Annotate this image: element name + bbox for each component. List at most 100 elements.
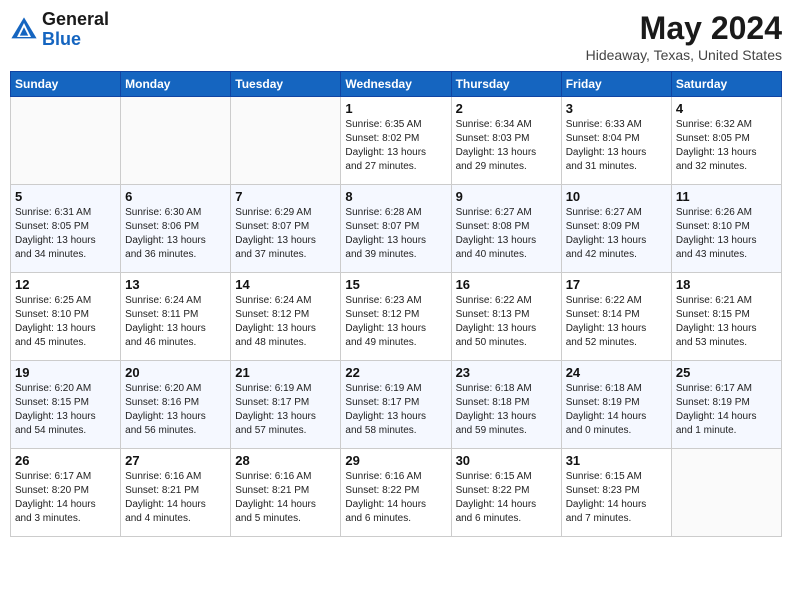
day-number: 23 bbox=[456, 365, 557, 380]
header-row: SundayMondayTuesdayWednesdayThursdayFrid… bbox=[11, 72, 782, 97]
day-number: 2 bbox=[456, 101, 557, 116]
day-info: Sunrise: 6:16 AM Sunset: 8:22 PM Dayligh… bbox=[345, 470, 446, 526]
week-row-4: 19Sunrise: 6:20 AM Sunset: 8:15 PM Dayli… bbox=[11, 361, 782, 449]
day-number: 4 bbox=[676, 101, 777, 116]
day-cell: 4 Sunrise: 6:32 AM Sunset: 8:05 PM Daylig… bbox=[671, 97, 781, 185]
day-info: Sunrise: 6:30 AM Sunset: 8:06 PM Dayligh… bbox=[125, 206, 226, 262]
logo-text: General Blue bbox=[42, 10, 109, 50]
day-cell: 21Sunrise: 6:19 AM Sunset: 8:17 PM Dayli… bbox=[231, 361, 341, 449]
day-cell: 24 Sunrise: 6:18 AM Sunset: 8:19 PM Dayli… bbox=[561, 361, 671, 449]
day-info: Sunrise: 6:17 AM Sunset: 8:19 PM Dayligh… bbox=[676, 382, 777, 438]
day-cell: 29 Sunrise: 6:16 AM Sunset: 8:22 PM Dayli… bbox=[341, 449, 451, 537]
day-cell: 30 Sunrise: 6:15 AM Sunset: 8:22 PM Dayli… bbox=[451, 449, 561, 537]
day-cell: 8 Sunrise: 6:28 AM Sunset: 8:07 PM Daylig… bbox=[341, 185, 451, 273]
day-info: Sunrise: 6:15 AM Sunset: 8:23 PM Dayligh… bbox=[566, 470, 667, 526]
day-info: Sunrise: 6:15 AM Sunset: 8:22 PM Dayligh… bbox=[456, 470, 557, 526]
day-cell: 1 Sunrise: 6:35 AM Sunset: 8:02 PM Daylig… bbox=[341, 97, 451, 185]
day-info: Sunrise: 6:22 AM Sunset: 8:13 PM Dayligh… bbox=[456, 294, 557, 350]
day-cell: 11 Sunrise: 6:26 AM Sunset: 8:10 PM Dayli… bbox=[671, 185, 781, 273]
day-cell: 22Sunrise: 6:19 AM Sunset: 8:17 PM Dayli… bbox=[341, 361, 451, 449]
day-info: Sunrise: 6:33 AM Sunset: 8:04 PM Dayligh… bbox=[566, 118, 667, 174]
day-cell bbox=[231, 97, 341, 185]
day-number: 8 bbox=[345, 189, 446, 204]
day-cell: 20 Sunrise: 6:20 AM Sunset: 8:16 PM Dayli… bbox=[121, 361, 231, 449]
day-cell: 15 Sunrise: 6:23 AM Sunset: 8:12 PM Dayli… bbox=[341, 273, 451, 361]
day-number: 3 bbox=[566, 101, 667, 116]
day-number: 25 bbox=[676, 365, 777, 380]
day-cell: 27Sunrise: 6:16 AM Sunset: 8:21 PM Dayli… bbox=[121, 449, 231, 537]
day-number: 9 bbox=[456, 189, 557, 204]
header-cell-tuesday: Tuesday bbox=[231, 72, 341, 97]
title-block: May 2024 Hideaway, Texas, United States bbox=[586, 10, 782, 63]
day-number: 27 bbox=[125, 453, 226, 468]
week-row-5: 26Sunrise: 6:17 AM Sunset: 8:20 PM Dayli… bbox=[11, 449, 782, 537]
day-cell: 14 Sunrise: 6:24 AM Sunset: 8:12 PM Dayli… bbox=[231, 273, 341, 361]
day-number: 13 bbox=[125, 277, 226, 292]
day-info: Sunrise: 6:25 AM Sunset: 8:10 PM Dayligh… bbox=[15, 294, 116, 350]
day-cell: 18 Sunrise: 6:21 AM Sunset: 8:15 PM Dayli… bbox=[671, 273, 781, 361]
day-cell: 17 Sunrise: 6:22 AM Sunset: 8:14 PM Dayli… bbox=[561, 273, 671, 361]
day-number: 1 bbox=[345, 101, 446, 116]
month-title: May 2024 bbox=[586, 10, 782, 47]
day-info: Sunrise: 6:23 AM Sunset: 8:12 PM Dayligh… bbox=[345, 294, 446, 350]
day-cell: 25 Sunrise: 6:17 AM Sunset: 8:19 PM Dayli… bbox=[671, 361, 781, 449]
location-text: Hideaway, Texas, United States bbox=[586, 47, 782, 63]
day-number: 31 bbox=[566, 453, 667, 468]
logo-icon bbox=[10, 16, 38, 44]
day-info: Sunrise: 6:18 AM Sunset: 8:19 PM Dayligh… bbox=[566, 382, 667, 438]
day-number: 28 bbox=[235, 453, 336, 468]
day-number: 15 bbox=[345, 277, 446, 292]
week-row-2: 5Sunrise: 6:31 AM Sunset: 8:05 PM Daylig… bbox=[11, 185, 782, 273]
day-info: Sunrise: 6:28 AM Sunset: 8:07 PM Dayligh… bbox=[345, 206, 446, 262]
header-cell-monday: Monday bbox=[121, 72, 231, 97]
day-cell: 12 Sunrise: 6:25 AM Sunset: 8:10 PM Dayli… bbox=[11, 273, 121, 361]
day-number: 17 bbox=[566, 277, 667, 292]
day-info: Sunrise: 6:24 AM Sunset: 8:11 PM Dayligh… bbox=[125, 294, 226, 350]
day-info: Sunrise: 6:27 AM Sunset: 8:08 PM Dayligh… bbox=[456, 206, 557, 262]
day-cell: 16Sunrise: 6:22 AM Sunset: 8:13 PM Dayli… bbox=[451, 273, 561, 361]
day-number: 6 bbox=[125, 189, 226, 204]
page-header: General Blue May 2024 Hideaway, Texas, U… bbox=[10, 10, 782, 63]
day-info: Sunrise: 6:22 AM Sunset: 8:14 PM Dayligh… bbox=[566, 294, 667, 350]
day-number: 14 bbox=[235, 277, 336, 292]
day-number: 20 bbox=[125, 365, 226, 380]
header-cell-wednesday: Wednesday bbox=[341, 72, 451, 97]
calendar-table: SundayMondayTuesdayWednesdayThursdayFrid… bbox=[10, 71, 782, 537]
day-number: 7 bbox=[235, 189, 336, 204]
day-info: Sunrise: 6:19 AM Sunset: 8:17 PM Dayligh… bbox=[235, 382, 336, 438]
day-info: Sunrise: 6:26 AM Sunset: 8:10 PM Dayligh… bbox=[676, 206, 777, 262]
day-info: Sunrise: 6:29 AM Sunset: 8:07 PM Dayligh… bbox=[235, 206, 336, 262]
day-number: 29 bbox=[345, 453, 446, 468]
calendar-body: 1 Sunrise: 6:35 AM Sunset: 8:02 PM Daylig… bbox=[11, 97, 782, 537]
day-info: Sunrise: 6:32 AM Sunset: 8:05 PM Dayligh… bbox=[676, 118, 777, 174]
day-info: Sunrise: 6:18 AM Sunset: 8:18 PM Dayligh… bbox=[456, 382, 557, 438]
day-number: 12 bbox=[15, 277, 116, 292]
day-cell: 9 Sunrise: 6:27 AM Sunset: 8:08 PM Daylig… bbox=[451, 185, 561, 273]
day-info: Sunrise: 6:19 AM Sunset: 8:17 PM Dayligh… bbox=[345, 382, 446, 438]
day-number: 30 bbox=[456, 453, 557, 468]
day-info: Sunrise: 6:34 AM Sunset: 8:03 PM Dayligh… bbox=[456, 118, 557, 174]
day-number: 19 bbox=[15, 365, 116, 380]
logo: General Blue bbox=[10, 10, 109, 50]
logo-general-text: General bbox=[42, 9, 109, 29]
day-cell bbox=[121, 97, 231, 185]
header-cell-sunday: Sunday bbox=[11, 72, 121, 97]
week-row-3: 12 Sunrise: 6:25 AM Sunset: 8:10 PM Dayli… bbox=[11, 273, 782, 361]
logo-blue-text: Blue bbox=[42, 29, 81, 49]
day-number: 26 bbox=[15, 453, 116, 468]
day-cell bbox=[671, 449, 781, 537]
day-info: Sunrise: 6:31 AM Sunset: 8:05 PM Dayligh… bbox=[15, 206, 116, 262]
day-cell: 2 Sunrise: 6:34 AM Sunset: 8:03 PM Daylig… bbox=[451, 97, 561, 185]
day-info: Sunrise: 6:20 AM Sunset: 8:16 PM Dayligh… bbox=[125, 382, 226, 438]
calendar-header: SundayMondayTuesdayWednesdayThursdayFrid… bbox=[11, 72, 782, 97]
day-number: 10 bbox=[566, 189, 667, 204]
day-info: Sunrise: 6:21 AM Sunset: 8:15 PM Dayligh… bbox=[676, 294, 777, 350]
day-number: 18 bbox=[676, 277, 777, 292]
day-info: Sunrise: 6:35 AM Sunset: 8:02 PM Dayligh… bbox=[345, 118, 446, 174]
day-number: 11 bbox=[676, 189, 777, 204]
day-cell: 6 Sunrise: 6:30 AM Sunset: 8:06 PM Daylig… bbox=[121, 185, 231, 273]
day-info: Sunrise: 6:16 AM Sunset: 8:21 PM Dayligh… bbox=[235, 470, 336, 526]
day-number: 24 bbox=[566, 365, 667, 380]
day-cell: 3 Sunrise: 6:33 AM Sunset: 8:04 PM Daylig… bbox=[561, 97, 671, 185]
day-info: Sunrise: 6:24 AM Sunset: 8:12 PM Dayligh… bbox=[235, 294, 336, 350]
